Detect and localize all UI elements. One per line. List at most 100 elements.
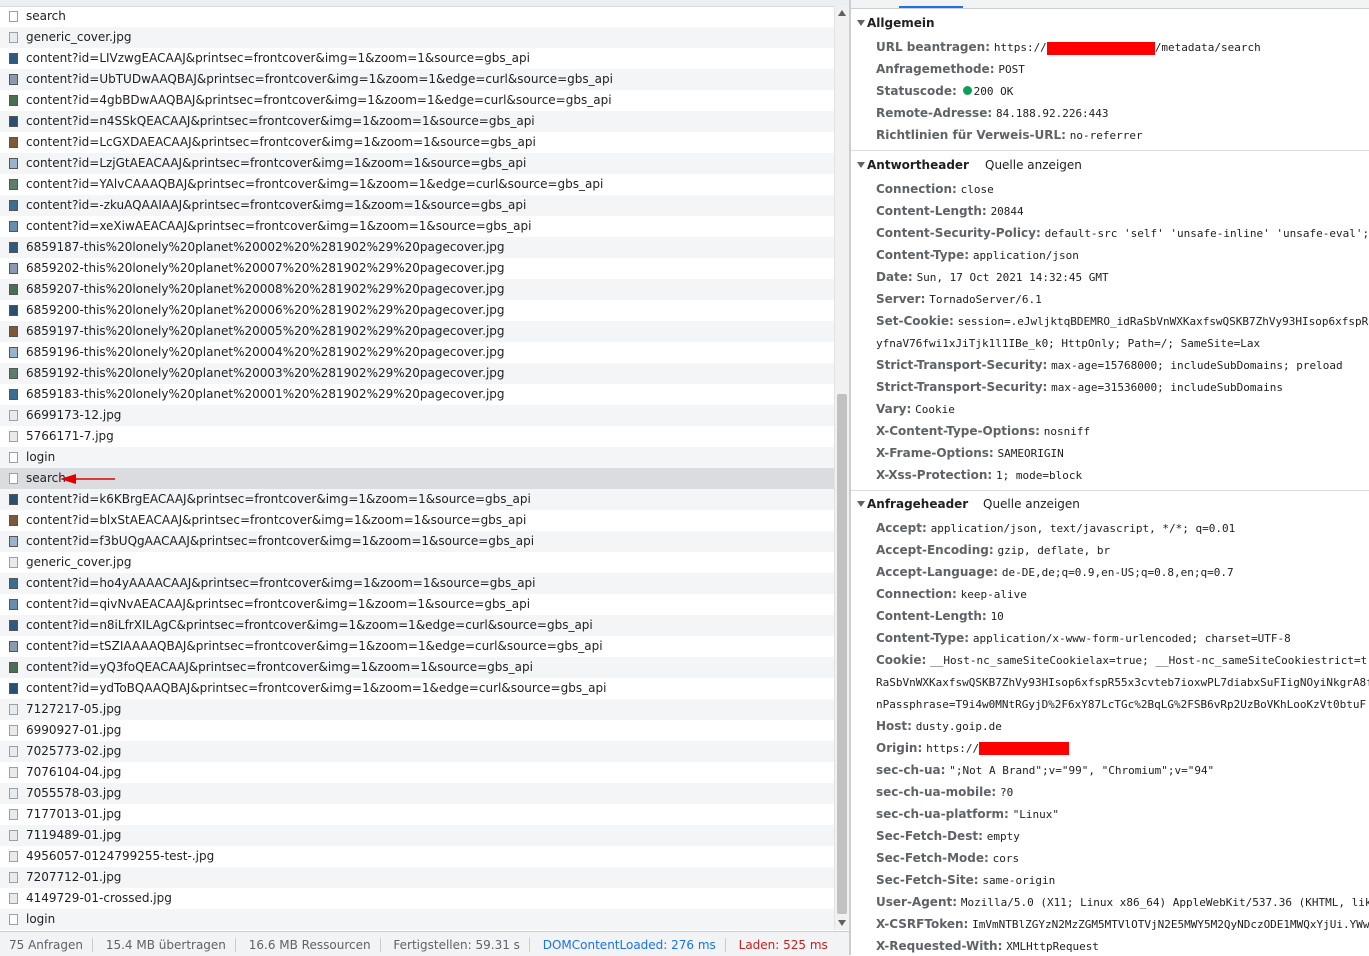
view-source-link[interactable]: Quelle anzeigen xyxy=(983,493,1080,515)
request-row[interactable]: 4956057-0124799255-test-.jpg xyxy=(0,846,834,867)
request-row[interactable]: search xyxy=(0,6,834,27)
general-section-header[interactable]: Allgemein xyxy=(851,12,1369,34)
scroll-down-icon[interactable] xyxy=(838,920,846,926)
request-row[interactable]: generic_cover.jpg xyxy=(0,552,834,573)
response-headers-section-header[interactable]: Antwortheader Quelle anzeigen xyxy=(851,154,1369,176)
header-key: Statuscode: xyxy=(876,84,957,98)
network-status-bar: 75 Anfragen 15.4 MB übertragen 16.6 MB R… xyxy=(0,931,849,956)
header-key: sec-ch-ua-platform: xyxy=(876,807,1009,821)
image-file-icon xyxy=(9,704,18,715)
collapse-triangle-icon[interactable] xyxy=(857,501,865,507)
request-row[interactable]: content?id=LIVzwgEACAAJ&printsec=frontco… xyxy=(0,48,834,69)
header-key: Content-Type: xyxy=(876,248,970,262)
request-row[interactable]: 7055578-03.jpg xyxy=(0,783,834,804)
request-row[interactable]: content?id=4gbBDwAAQBAJ&printsec=frontco… xyxy=(0,90,834,111)
request-name: content?id=LzjGtAEACAAJ&printsec=frontco… xyxy=(26,156,527,170)
redaction-mark xyxy=(979,742,1070,755)
dom-content-loaded-time: DOMContentLoaded: 276 ms xyxy=(534,937,726,952)
book-cover-thumbnail-icon xyxy=(9,221,18,232)
request-row[interactable]: content?id=f3bUQgAACAAJ&printsec=frontco… xyxy=(0,531,834,552)
header-value: application/json, text/javascript, */*; … xyxy=(930,522,1236,535)
finish-time: Fertigstellen: 59.31 s xyxy=(384,937,530,952)
header-value: Cookie xyxy=(915,403,955,416)
header-row: Sec-Fetch-Site: same-origin xyxy=(876,869,1055,891)
section-divider xyxy=(851,490,1369,491)
header-row: X-Frame-Options: SAMEORIGIN xyxy=(876,442,1064,464)
request-row[interactable]: 7119489-01.jpg xyxy=(0,825,834,846)
request-row[interactable]: content?id=qivNvAEACAAJ&printsec=frontco… xyxy=(0,594,834,615)
request-row[interactable]: 7076104-04.jpg xyxy=(0,762,834,783)
request-row[interactable]: content?id=xeXiwAEACAAJ&printsec=frontco… xyxy=(0,216,834,237)
header-row: X-Requested-With: XMLHttpRequest xyxy=(876,935,1099,955)
request-row[interactable]: content?id=n4SSkQEACAAJ&printsec=frontco… xyxy=(0,111,834,132)
request-row[interactable]: 7025773-02.jpg xyxy=(0,741,834,762)
request-row[interactable]: 7207712-01.jpg xyxy=(0,867,834,888)
request-row[interactable]: content?id=tSZIAAAAQBAJ&printsec=frontco… xyxy=(0,636,834,657)
request-row[interactable]: content?id=UbTUDwAAQBAJ&printsec=frontco… xyxy=(0,69,834,90)
request-row[interactable]: 5766171-7.jpg xyxy=(0,426,834,447)
scroll-up-icon[interactable] xyxy=(838,10,846,16)
request-list[interactable]: search generic_cover.jpg content?id=LIVzwg… xyxy=(0,6,834,930)
header-value: session=.eJwljktqBDEMRO_idRaSbVnWXKaxfsw… xyxy=(957,315,1369,328)
book-cover-thumbnail-icon xyxy=(9,578,18,589)
request-row[interactable]: content?id=ydToBQAAQBAJ&printsec=frontco… xyxy=(0,678,834,699)
request-row[interactable]: 7127217-05.jpg xyxy=(0,699,834,720)
request-row[interactable]: 6859200-this%20lonely%20planet%20006%20%… xyxy=(0,300,834,321)
request-name: content?id=UbTUDwAAQBAJ&printsec=frontco… xyxy=(26,72,613,86)
request-row[interactable]: content?id=n8iLfrXILAgC&printsec=frontco… xyxy=(0,615,834,636)
request-row[interactable]: 7177013-01.jpg xyxy=(0,804,834,825)
header-key: Strict-Transport-Security: xyxy=(876,380,1048,394)
page-thumbnail-icon xyxy=(9,284,18,295)
request-row[interactable]: content?id=yQ3foQEACAAJ&printsec=frontco… xyxy=(0,657,834,678)
header-value: Sun, 17 Oct 2021 14:32:45 GMT xyxy=(916,271,1109,284)
request-row[interactable]: 6990927-01.jpg xyxy=(0,720,834,741)
header-key: X-Requested-With: xyxy=(876,939,1003,953)
request-row[interactable]: search xyxy=(0,468,834,489)
book-cover-thumbnail-icon xyxy=(9,662,18,673)
scrollbar-thumb[interactable] xyxy=(837,394,847,914)
request-row[interactable]: 4149729-01-crossed.jpg xyxy=(0,888,834,909)
header-row: nPassphrase=T9i4w0MNtRGyjD%2F6xY87LcTGc%… xyxy=(876,693,1366,715)
image-file-icon xyxy=(9,872,18,883)
request-name: 7119489-01.jpg xyxy=(26,828,122,842)
request-row[interactable]: content?id=-zkuAQAAIAAJ&printsec=frontco… xyxy=(0,195,834,216)
header-row: Accept-Language: de-DE,de;q=0.9,en-US;q=… xyxy=(876,561,1234,583)
view-source-link[interactable]: Quelle anzeigen xyxy=(985,154,1082,176)
request-row[interactable]: content?id=LzjGtAEACAAJ&printsec=frontco… xyxy=(0,153,834,174)
request-row[interactable]: 6859192-this%20lonely%20planet%20003%20%… xyxy=(0,363,834,384)
general-request-url: URL beantragen: https:// /metadata/search xyxy=(876,36,1261,58)
request-row[interactable]: login xyxy=(0,909,834,930)
header-row: sec-ch-ua-mobile: ?0 xyxy=(876,781,1013,803)
collapse-triangle-icon[interactable] xyxy=(857,162,865,168)
header-value: application/json xyxy=(972,249,1079,262)
request-row[interactable]: content?id=blxStAEACAAJ&printsec=frontco… xyxy=(0,510,834,531)
header-row: Connection: keep-alive xyxy=(876,583,1027,605)
header-value: yfnaV76fwi1xJiTjk1l1IBe_k0; HttpOnly; Pa… xyxy=(876,337,1261,350)
header-row: RaSbVnWXKaxfswQSKB7ZhVy93HIsop6xfspR55x3… xyxy=(876,671,1369,693)
request-row[interactable]: generic_cover.jpg xyxy=(0,27,834,48)
request-row[interactable]: 6859207-this%20lonely%20planet%20008%20%… xyxy=(0,279,834,300)
header-key: Content-Length: xyxy=(876,204,987,218)
request-row[interactable]: 6699173-12.jpg xyxy=(0,405,834,426)
header-key: Remote-Adresse: xyxy=(876,106,993,120)
request-row[interactable]: content?id=YAlvCAAAQBAJ&printsec=frontco… xyxy=(0,174,834,195)
request-name: content?id=yQ3foQEACAAJ&printsec=frontco… xyxy=(26,660,533,674)
annotation-arrow-icon xyxy=(60,474,115,484)
collapse-triangle-icon[interactable] xyxy=(857,20,865,26)
book-cover-thumbnail-icon xyxy=(9,116,18,127)
request-headers-section-header[interactable]: Anfrageheader Quelle anzeigen xyxy=(851,493,1369,515)
request-row[interactable]: 6859187-this%20lonely%20planet%20002%20%… xyxy=(0,237,834,258)
status-ok-dot-icon xyxy=(962,86,972,95)
request-row[interactable]: 6859202-this%20lonely%20planet%20007%20%… xyxy=(0,258,834,279)
request-row[interactable]: 6859196-this%20lonely%20planet%20004%20%… xyxy=(0,342,834,363)
request-row[interactable]: 6859197-this%20lonely%20planet%20005%20%… xyxy=(0,321,834,342)
request-row[interactable]: 6859183-this%20lonely%20planet%20001%20%… xyxy=(0,384,834,405)
request-row[interactable]: content?id=k6KBrgEACAAJ&printsec=frontco… xyxy=(0,489,834,510)
request-row[interactable]: content?id=ho4yAAAACAAJ&printsec=frontco… xyxy=(0,573,834,594)
request-row[interactable]: content?id=LcGXDAEACAAJ&printsec=frontco… xyxy=(0,132,834,153)
request-row[interactable]: login xyxy=(0,447,834,468)
request-name: content?id=n8iLfrXILAgC&printsec=frontco… xyxy=(26,618,593,632)
page-thumbnail-icon xyxy=(9,263,18,274)
header-key: Sec-Fetch-Mode: xyxy=(876,851,989,865)
request-list-scrollbar[interactable] xyxy=(834,6,849,930)
